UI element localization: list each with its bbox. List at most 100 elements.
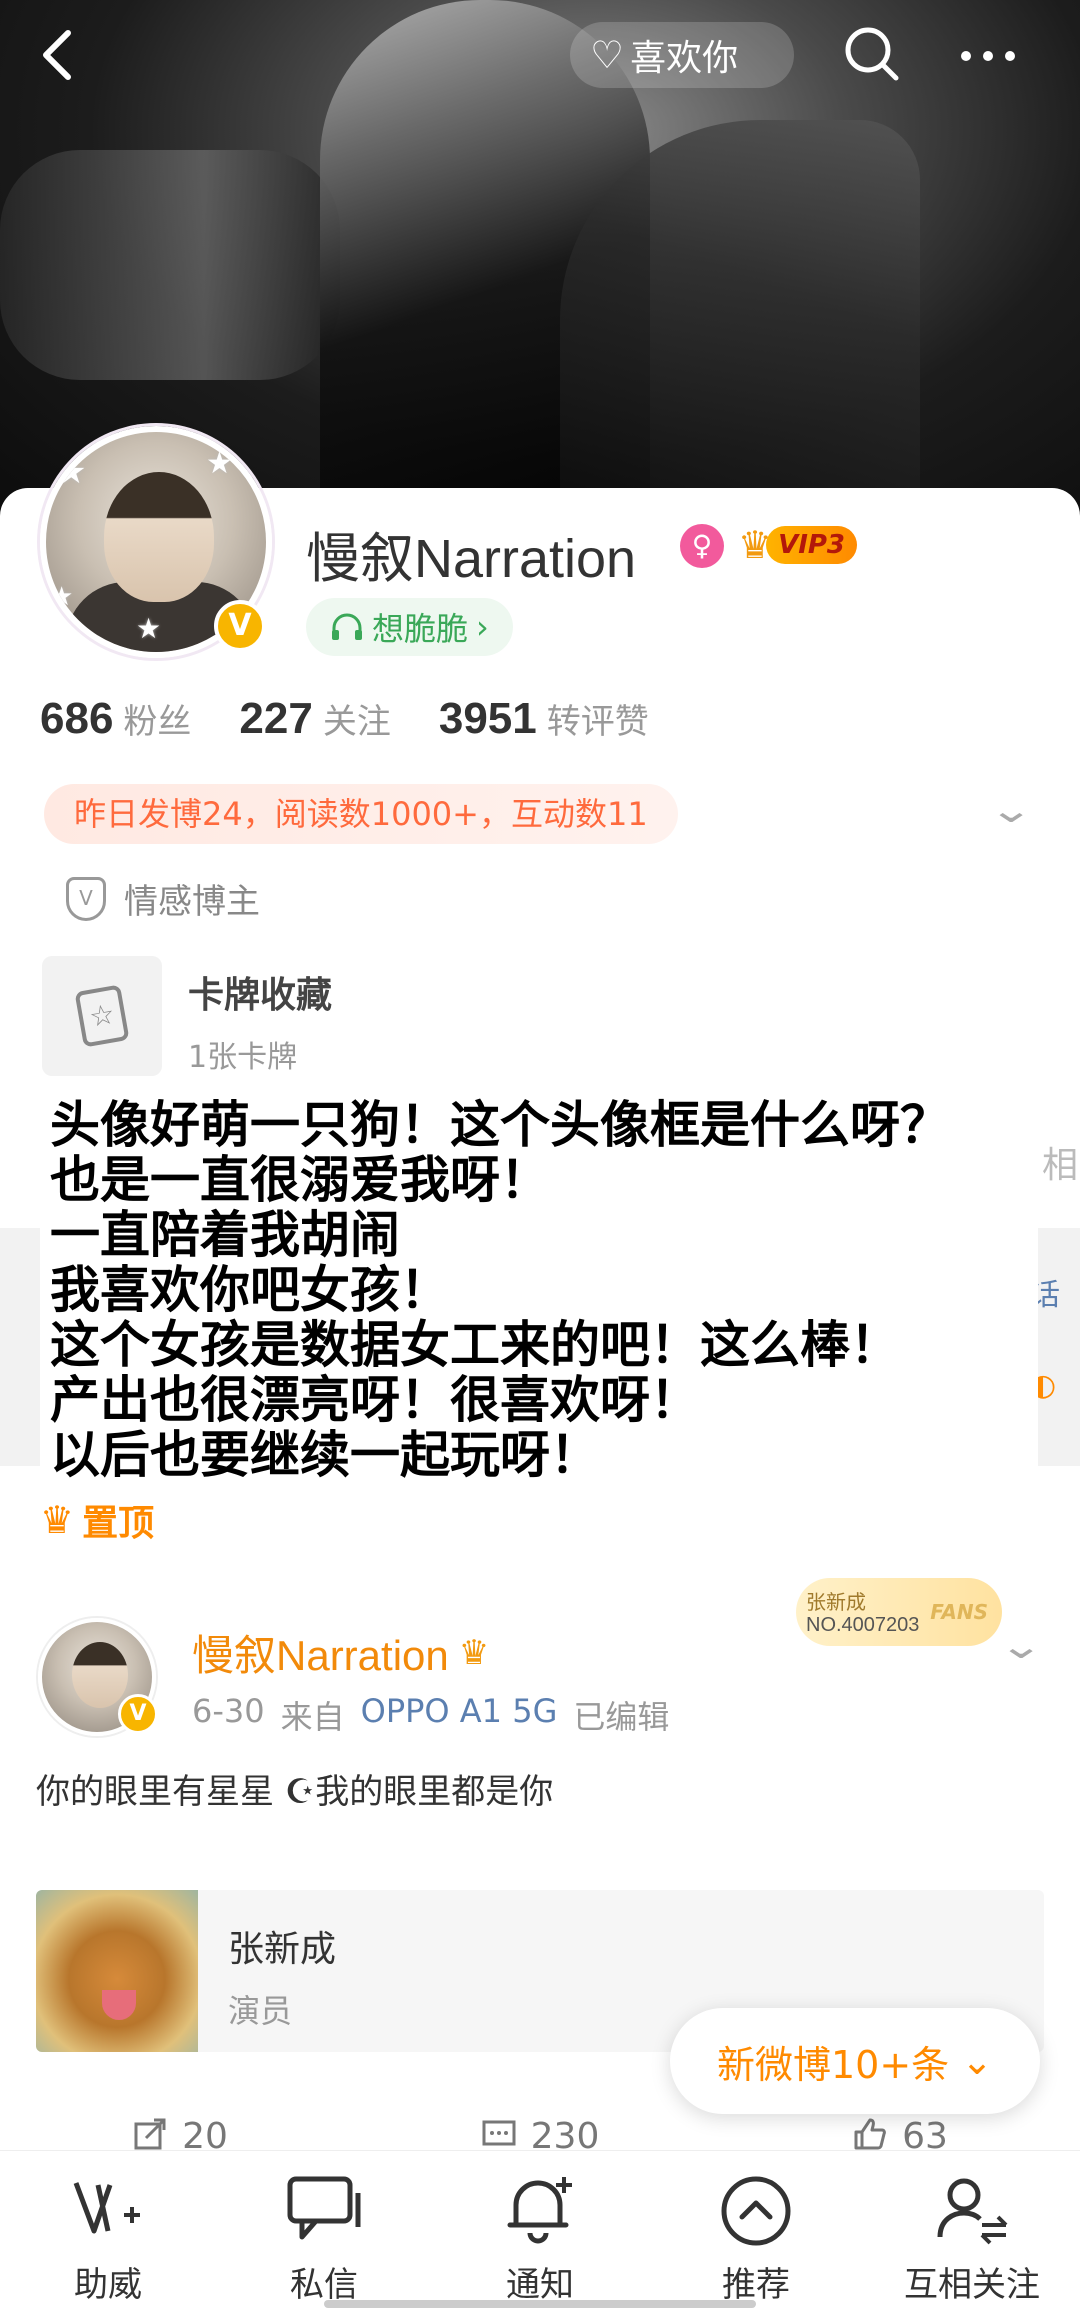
nav-label: 私信	[290, 2265, 358, 2305]
nav-item-messages[interactable]: 私信	[216, 2151, 432, 2312]
post-date: 6-30	[192, 1692, 265, 1730]
nav-item-cheer[interactable]: 助威	[0, 2151, 216, 2312]
home-indicator[interactable]	[324, 2300, 756, 2308]
stat-label: 转评赞	[546, 702, 649, 742]
more-button[interactable]	[958, 30, 1028, 80]
verified-badge: V	[118, 1694, 158, 1734]
star-frame-icon: ★	[136, 612, 162, 645]
star-frame-icon: ★	[50, 582, 74, 612]
post-author-name: 慢叙Narration	[192, 1632, 449, 1679]
nav-label: 互相关注	[904, 2265, 1040, 2305]
comment-icon	[482, 2120, 516, 2146]
stat-value: 686	[40, 694, 114, 743]
pinned-text: 置顶	[82, 1503, 155, 1544]
female-icon: ♀	[680, 524, 724, 568]
message-icon	[284, 2171, 364, 2251]
nav-label: 通知	[506, 2265, 574, 2305]
banner-figure	[0, 150, 340, 380]
avatar-face	[72, 1642, 128, 1708]
shield-icon: V	[66, 876, 106, 921]
post-edited: 已编辑	[573, 1698, 670, 1736]
like-count: 63	[902, 2116, 948, 2152]
like-icon	[854, 2118, 886, 2150]
like-you-label: 喜欢你	[630, 38, 739, 79]
chevron-down-icon[interactable]: ⌄	[988, 790, 1033, 831]
followers-stat[interactable]: 686 粉丝	[40, 694, 191, 744]
overlay-line: 也是一直很溺爱我呀！	[50, 1151, 550, 1209]
post-text: 你的眼里有星星 ☪我的眼里都是你	[36, 1772, 554, 1812]
repost-icon	[134, 2118, 166, 2150]
post-actions: 20 230 63	[0, 2112, 1080, 2152]
bottom-nav: 助威 私信 通知 推荐 互相关注	[0, 2150, 1080, 2312]
overlay-text-box: 头像好萌一只狗！这个头像框是什么呀？ 也是一直很溺爱我呀！ 一直陪着我胡闹 我喜…	[40, 1098, 1038, 1494]
stat-label: 关注	[322, 702, 391, 742]
headphones-icon	[332, 613, 362, 640]
overlay-line: 一直陪着我胡闹	[50, 1206, 400, 1264]
following-stat[interactable]: 227 关注	[239, 694, 390, 744]
music-chip[interactable]: 想脆脆 ›	[306, 598, 513, 656]
search-button[interactable]	[840, 22, 904, 86]
overlay-line: 产出也很漂亮呀！很喜欢呀！	[50, 1371, 700, 1429]
tagline: V 情感博主	[66, 874, 260, 923]
pinned-label: ♛ 置顶	[40, 1494, 154, 1546]
link-card-title: 张新成	[228, 1929, 337, 1970]
stat-value: 3951	[438, 694, 537, 743]
nav-label: 推荐	[722, 2265, 790, 2305]
tagline-text: 情感博主	[124, 882, 260, 922]
link-card-subtitle: 演员	[228, 1992, 293, 2030]
fans-badge-number: NO.4007203	[806, 1614, 920, 1636]
cheer-icon	[68, 2171, 148, 2251]
card-icon: ☆	[74, 984, 130, 1048]
overlay-line: 这个女孩是数据女工来的吧！这么棒！	[50, 1316, 900, 1374]
back-button[interactable]	[38, 25, 88, 85]
nav-item-mutual-follow[interactable]: 互相关注	[864, 2151, 1080, 2312]
crown-icon: ♛	[458, 1633, 490, 1672]
like-button[interactable]: 63	[720, 2112, 1080, 2152]
top-bar: ♡ 喜欢你	[0, 0, 1080, 110]
profile-stats: 686 粉丝 227 关注 3951 转评赞	[40, 694, 649, 744]
back-arrow-icon	[43, 30, 71, 80]
engagement-stat[interactable]: 3951 转评赞	[439, 694, 649, 744]
activity-summary[interactable]: 昨日发博24，阅读数1000+，互动数11	[44, 784, 678, 844]
comment-count: 230	[530, 2116, 600, 2152]
nav-item-notifications[interactable]: 通知	[432, 2151, 648, 2312]
chevron-down-icon[interactable]: ⌄	[998, 1626, 1043, 1667]
card-collection[interactable]: ☆ 卡牌收藏 1张卡牌	[42, 956, 332, 1076]
partial-text: 相	[1042, 1145, 1079, 1186]
overlay-line: 头像好萌一只狗！这个头像框是什么呀？	[50, 1096, 950, 1154]
repost-count: 20	[182, 2116, 228, 2152]
star-frame-icon: ★	[206, 446, 233, 481]
card-collection-subtitle: 1张卡牌	[188, 1040, 298, 1075]
recommend-icon	[716, 2171, 796, 2251]
new-posts-button[interactable]: 新微博10+条 ⌄	[670, 2008, 1040, 2114]
post-source[interactable]: OPPO A1 5G	[361, 1692, 558, 1738]
search-icon	[845, 27, 899, 81]
post-meta: 6-30 来自 OPPO A1 5G 已编辑	[192, 1692, 669, 1738]
comment-button[interactable]: 230	[360, 2112, 720, 2152]
vip-level: VIP3	[766, 526, 858, 564]
nav-item-recommend[interactable]: 推荐	[648, 2151, 864, 2312]
dog-tongue	[102, 1990, 136, 2020]
crown-icon: ♛	[40, 1498, 75, 1542]
link-card-thumbnail	[36, 1890, 198, 2052]
double-chevron-down-icon: ⌄	[961, 2039, 994, 2083]
heart-hand-icon: ♡	[590, 33, 625, 77]
stat-value: 227	[239, 694, 313, 743]
vip-badge[interactable]: ♛ VIP3	[738, 522, 858, 568]
chevron-right-icon: ›	[476, 608, 489, 646]
mutual-follow-icon	[932, 2171, 1012, 2251]
profile-name: 慢叙Narration	[306, 529, 637, 589]
star-frame-icon: ★	[56, 452, 87, 492]
fans-badge-name: 张新成	[806, 1590, 866, 1614]
verified-badge: V	[214, 600, 266, 652]
music-label: 想脆脆	[372, 610, 469, 648]
card-collection-title: 卡牌收藏	[188, 975, 333, 1016]
overlay-line: 以后也要继续一起玩呀！	[50, 1426, 600, 1484]
repost-button[interactable]: 20	[0, 2112, 360, 2152]
like-you-button[interactable]: ♡ 喜欢你	[570, 22, 794, 88]
more-dots-icon	[961, 51, 1015, 61]
fans-badge[interactable]: 张新成 NO.4007203 FANS	[796, 1578, 1002, 1646]
post-author[interactable]: 慢叙Narration ♛	[192, 1622, 489, 1683]
new-posts-label: 新微博10+条	[716, 2042, 950, 2087]
nav-label: 助威	[74, 2265, 142, 2305]
